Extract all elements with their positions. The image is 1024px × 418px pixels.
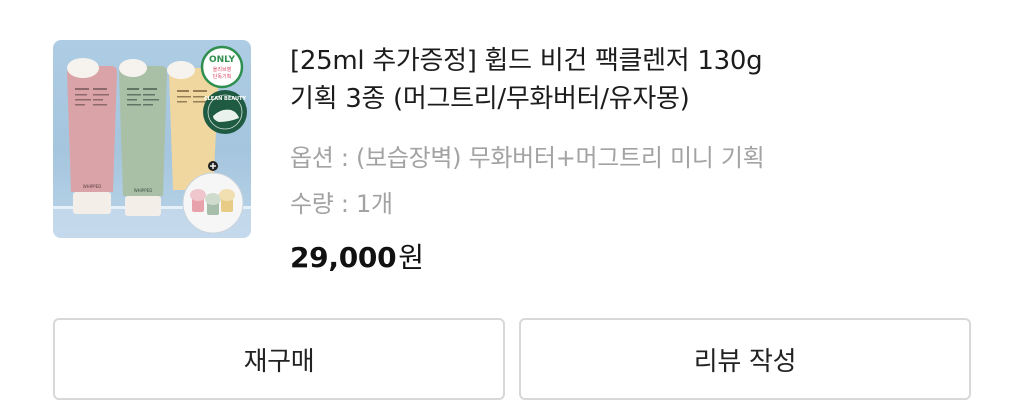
product-title-line1: [25ml 추가증정] 휩드 비건 팩클렌저 130g	[290, 46, 763, 76]
product-quantity: 수량 : 1개	[290, 190, 393, 218]
svg-text:ONLY: ONLY	[209, 55, 236, 65]
product-thumbnail[interactable]: WHIPPED WHIPPED ONLY 올리브영 단독기획 CLEAN BEA…	[53, 40, 251, 238]
svg-text:CLEAN BEAUTY: CLEAN BEAUTY	[204, 96, 246, 102]
product-option: 옵션 : (보습장벽) 무화버터+머그트리 미니 기획	[290, 144, 765, 172]
plus-icon	[208, 161, 218, 171]
svg-text:WHIPPED: WHIPPED	[134, 188, 153, 193]
svg-text:단독기획: 단독기획	[213, 73, 231, 80]
reorder-button[interactable]: 재구매	[53, 318, 505, 400]
write-review-button[interactable]: 리뷰 작성	[519, 318, 971, 400]
price-number: 29,000	[290, 241, 397, 274]
svg-text:WHIPPED: WHIPPED	[83, 184, 102, 189]
product-price: 29,000원	[290, 236, 424, 276]
price-unit: 원	[398, 241, 424, 274]
clean-beauty-badge: CLEAN BEAUTY	[203, 90, 247, 134]
mini-set-image	[182, 172, 244, 234]
only-badge: ONLY 올리브영 단독기획	[200, 45, 244, 89]
svg-text:올리브영: 올리브영	[213, 66, 231, 73]
green-tube-image: WHIPPED	[119, 59, 167, 216]
pink-tube-image: WHIPPED	[67, 58, 117, 214]
product-title-line2: 기획 3종 (머그트리/무화버터/유자몽)	[290, 84, 690, 114]
product-title[interactable]: [25ml 추가증정] 휩드 비건 팩클렌저 130g 기획 3종 (머그트리/…	[290, 42, 890, 118]
